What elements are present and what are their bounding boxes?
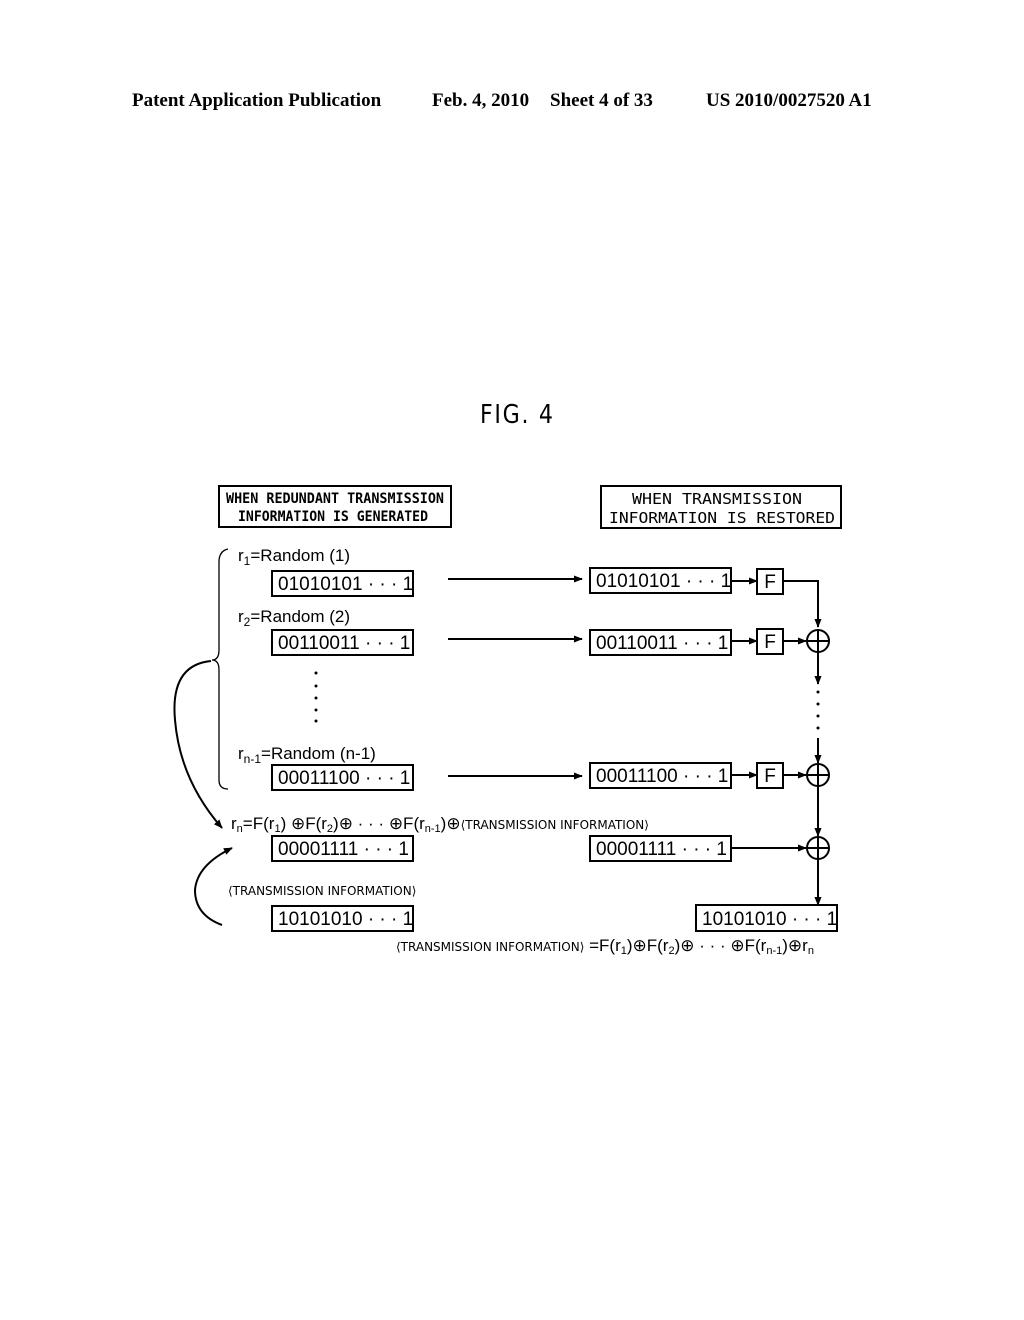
function-f-label-2: F — [764, 632, 776, 653]
rn-bits-right: 00001111 · · · 1 — [596, 839, 727, 860]
right-title-line1: WHEN TRANSMISSION — [632, 490, 802, 508]
row-n-1-label: rn-1=Random (n-1) — [238, 744, 376, 766]
row1-label: r1=Random (1) — [238, 546, 350, 568]
vertical-ellipsis-left — [314, 671, 318, 723]
left-title-line1: WHEN REDUNDANT TRANSMISSION — [226, 491, 444, 507]
grouping-brace — [211, 548, 229, 790]
row-n-1-bits-left: 00011100 · · · 1 — [278, 768, 410, 789]
curved-arrow-from-transmission — [193, 847, 233, 926]
left-title-line2: INFORMATION IS GENERATED — [238, 509, 428, 525]
transmission-bits-left: 10101010 · · · 1 — [278, 909, 413, 930]
curved-arrow-to-rn — [173, 660, 223, 829]
row1-bits-left: 01010101 · · · 1 — [278, 574, 413, 595]
diagram: WHEN REDUNDANT TRANSMISSION INFORMATION … — [173, 485, 842, 957]
row1-bits-right: 01010101 · · · 1 — [596, 571, 731, 592]
xor-icon-2 — [806, 763, 830, 787]
restore-formula: ⟨TRANSMISSION INFORMATION⟩ =F(r1)⊕F(r2)⊕… — [396, 936, 814, 957]
row2-bits-right: 00110011 · · · 1 — [596, 633, 728, 654]
right-title-line2: INFORMATION IS RESTORED — [609, 509, 835, 527]
function-f-label-n-1: F — [764, 766, 776, 787]
vertical-ellipsis-right — [816, 690, 820, 730]
function-f-label-1: F — [764, 572, 776, 593]
f1-to-xor-line — [783, 580, 822, 628]
right-panel-title: WHEN TRANSMISSION INFORMATION IS RESTORE… — [600, 485, 842, 529]
row2-label: r2=Random (2) — [238, 607, 350, 629]
rn-bits-left: 00001111 · · · 1 — [278, 839, 409, 860]
row2-bits-left: 00110011 · · · 1 — [278, 633, 410, 654]
xor-icon-3 — [806, 836, 830, 860]
result-bits: 10101010 · · · 1 — [702, 909, 837, 930]
row-n-1-bits-right: 00011100 · · · 1 — [596, 766, 728, 787]
rn-formula: rn=F(r1) ⊕F(r2)⊕ · · · ⊕F(rn-1)⊕⟨TRANSMI… — [231, 814, 649, 835]
xor-icon-1 — [806, 629, 830, 653]
left-panel-title: WHEN REDUNDANT TRANSMISSION INFORMATION … — [218, 485, 452, 528]
transmission-info-label: ⟨TRANSMISSION INFORMATION⟩ — [228, 884, 416, 898]
